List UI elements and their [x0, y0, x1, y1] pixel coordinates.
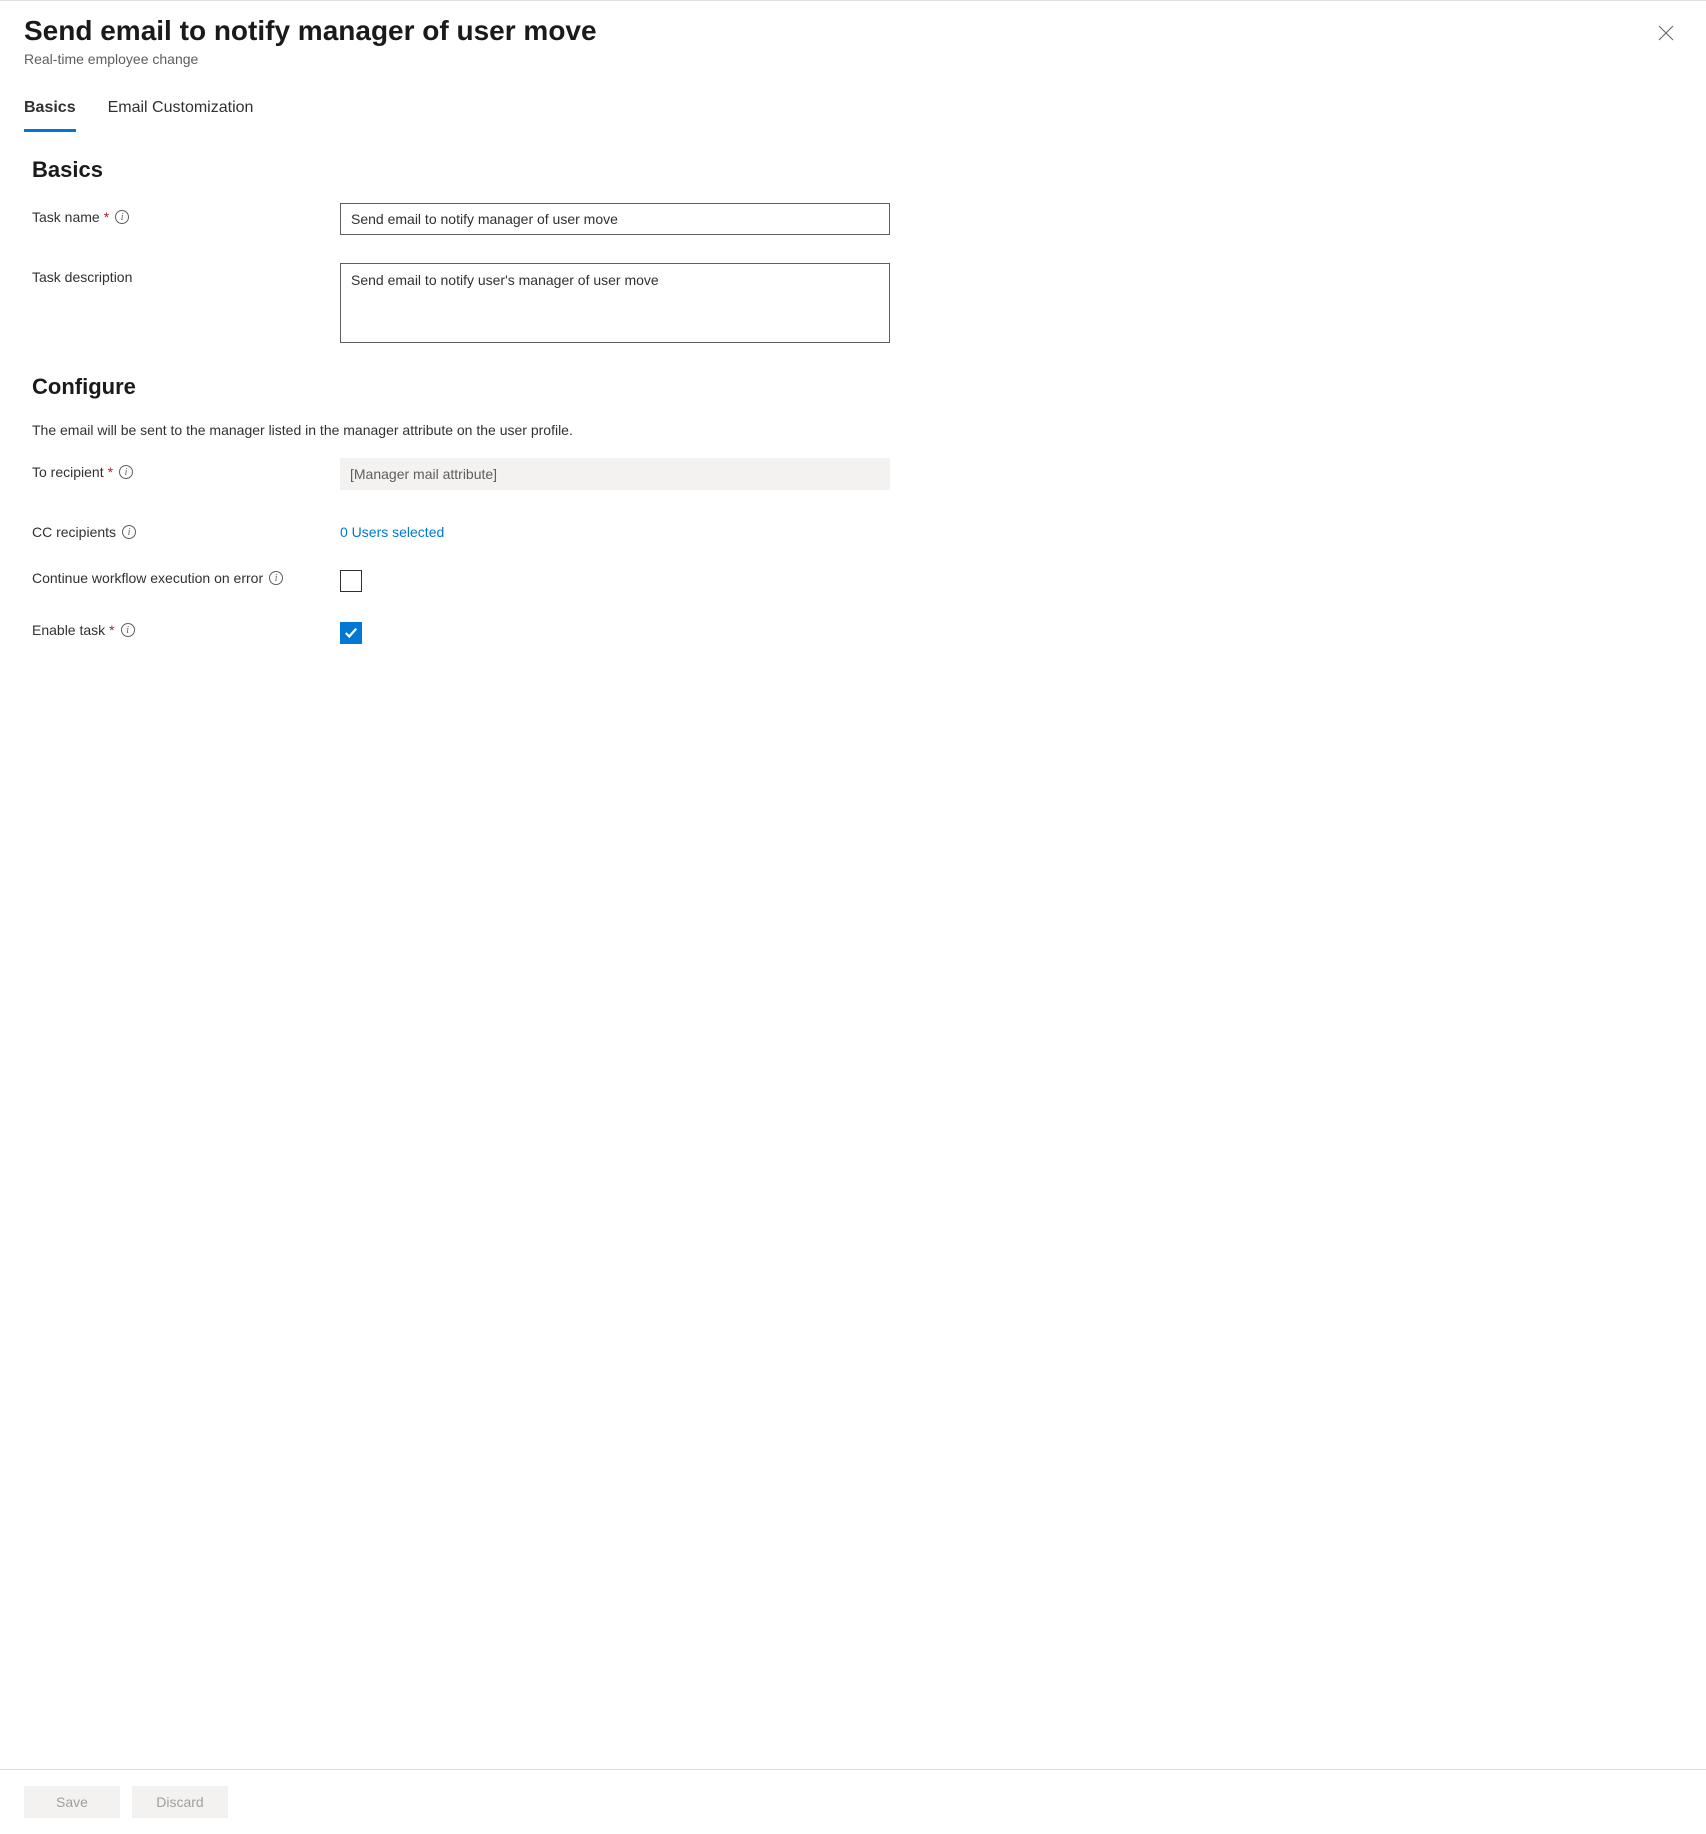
page-title: Send email to notify manager of user mov…: [24, 13, 1650, 49]
continue-on-error-label: Continue workflow execution on error i: [32, 568, 340, 586]
required-indicator: *: [108, 464, 113, 480]
panel-footer: Save Discard: [0, 1769, 1706, 1834]
save-button[interactable]: Save: [24, 1786, 120, 1818]
cc-recipients-link[interactable]: 0 Users selected: [340, 518, 444, 540]
continue-on-error-checkbox[interactable]: [340, 570, 362, 592]
tab-email-customization[interactable]: Email Customization: [108, 91, 254, 132]
task-name-row: Task name * i: [32, 203, 1674, 235]
configure-description: The email will be sent to the manager li…: [32, 422, 1674, 438]
enable-task-row: Enable task * i: [32, 620, 1674, 644]
cc-recipients-row: CC recipients i 0 Users selected: [32, 518, 1674, 540]
tab-bar: Basics Email Customization: [0, 91, 1706, 133]
task-name-label: Task name * i: [32, 203, 340, 225]
enable-task-label: Enable task * i: [32, 620, 340, 638]
discard-button[interactable]: Discard: [132, 1786, 228, 1818]
panel-header: Send email to notify manager of user mov…: [0, 1, 1706, 67]
info-icon[interactable]: i: [121, 623, 135, 637]
to-recipient-row: To recipient * i [Manager mail attribute…: [32, 458, 1674, 490]
check-icon: [344, 626, 358, 640]
required-indicator: *: [109, 622, 114, 638]
task-name-input[interactable]: [340, 203, 890, 235]
cc-recipients-label: CC recipients i: [32, 518, 340, 540]
task-description-input[interactable]: Send email to notify user's manager of u…: [340, 263, 890, 343]
info-icon[interactable]: i: [119, 465, 133, 479]
header-text: Send email to notify manager of user mov…: [24, 13, 1650, 67]
close-button[interactable]: [1650, 17, 1682, 49]
configure-heading: Configure: [32, 374, 1674, 400]
enable-task-checkbox[interactable]: [340, 622, 362, 644]
panel-content: Basics Task name * i Task description Se…: [0, 133, 1706, 1769]
task-description-row: Task description Send email to notify us…: [32, 263, 1674, 346]
page-subtitle: Real-time employee change: [24, 51, 1650, 67]
basics-heading: Basics: [32, 157, 1674, 183]
info-icon[interactable]: i: [122, 525, 136, 539]
info-icon[interactable]: i: [269, 571, 283, 585]
required-indicator: *: [104, 209, 109, 225]
continue-on-error-row: Continue workflow execution on error i: [32, 568, 1674, 592]
task-description-label: Task description: [32, 263, 340, 285]
info-icon[interactable]: i: [115, 210, 129, 224]
close-icon: [1658, 25, 1674, 41]
to-recipient-label: To recipient * i: [32, 458, 340, 480]
to-recipient-field: [Manager mail attribute]: [340, 458, 890, 490]
tab-basics[interactable]: Basics: [24, 91, 76, 132]
task-config-panel: Send email to notify manager of user mov…: [0, 0, 1706, 1834]
